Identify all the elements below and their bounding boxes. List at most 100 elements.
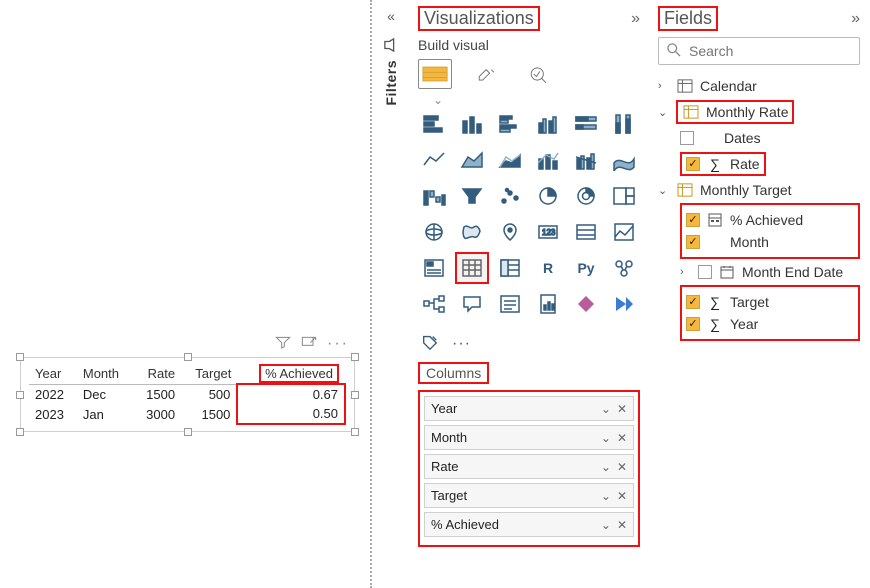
hundred-stacked-column-icon[interactable] — [608, 109, 640, 139]
fields-search[interactable] — [658, 37, 860, 65]
power-apps-icon[interactable] — [570, 289, 602, 319]
key-influencers-icon[interactable] — [608, 253, 640, 283]
field-checkbox[interactable] — [680, 131, 694, 145]
remove-field-icon[interactable]: ✕ — [617, 431, 627, 445]
scatter-icon[interactable] — [494, 181, 526, 211]
field-checkbox[interactable] — [686, 317, 700, 331]
table-visual-host[interactable]: ··· Year Month Rate Target % Ach — [20, 335, 355, 432]
python-visual-icon[interactable]: Py — [570, 253, 602, 283]
chevron-down-icon[interactable]: ⌄ — [658, 184, 670, 197]
waterfall-icon[interactable] — [418, 181, 450, 211]
col-achieved-header[interactable]: % Achieved — [237, 364, 345, 384]
col-month-header[interactable]: Month — [77, 364, 133, 384]
line-clustered-column-icon[interactable] — [570, 145, 602, 175]
remove-field-icon[interactable]: ✕ — [617, 489, 627, 503]
field-well-achieved[interactable]: % Achieved ⌄✕ — [424, 512, 634, 537]
report-canvas[interactable]: ··· Year Month Rate Target % Ach — [0, 0, 370, 588]
panel-divider[interactable] — [370, 0, 372, 588]
resize-handle[interactable] — [184, 428, 192, 436]
field-well-year[interactable]: Year ⌄✕ — [424, 396, 634, 421]
line-chart-icon[interactable] — [418, 145, 450, 175]
field-target[interactable]: ∑ Target — [686, 291, 854, 313]
table-visual[interactable]: Year Month Rate Target % Achieved 2022 D… — [20, 357, 355, 432]
collapse-fields-panel-icon[interactable]: » — [851, 10, 860, 28]
chevron-down-icon[interactable]: ⌄ — [601, 489, 611, 503]
chevron-down-icon[interactable]: ⌄ — [601, 402, 611, 416]
clustered-bar-icon[interactable] — [494, 109, 526, 139]
resize-handle[interactable] — [184, 353, 192, 361]
analytics-tab[interactable] — [522, 59, 556, 89]
gauge-icon[interactable]: 123 — [532, 217, 564, 247]
power-automate-icon[interactable] — [608, 289, 640, 319]
table-monthly-rate[interactable]: ⌄ Monthly Rate — [658, 97, 860, 127]
chevron-right-icon[interactable]: › — [680, 266, 692, 278]
kpi-icon[interactable] — [608, 217, 640, 247]
funnel-icon[interactable] — [456, 181, 488, 211]
chevron-down-icon[interactable]: ⌄ — [601, 460, 611, 474]
map-icon[interactable] — [418, 217, 450, 247]
card-icon[interactable] — [570, 217, 602, 247]
resize-handle[interactable] — [16, 353, 24, 361]
build-visual-tab[interactable] — [418, 59, 452, 89]
treemap-icon[interactable] — [608, 181, 640, 211]
field-checkbox[interactable] — [686, 295, 700, 309]
field-well-target[interactable]: Target ⌄✕ — [424, 483, 634, 508]
col-rate-header[interactable]: Rate — [133, 364, 181, 384]
hundred-stacked-bar-icon[interactable] — [570, 109, 602, 139]
line-stacked-column-icon[interactable] — [532, 145, 564, 175]
field-pct-achieved[interactable]: % Achieved — [686, 209, 854, 231]
table-icon[interactable] — [456, 253, 488, 283]
pie-icon[interactable] — [532, 181, 564, 211]
resize-handle[interactable] — [351, 353, 359, 361]
smart-narrative-icon[interactable] — [494, 289, 526, 319]
chevron-right-icon[interactable]: › — [658, 80, 670, 92]
table-calendar[interactable]: › Calendar — [658, 75, 860, 97]
stacked-column-icon[interactable] — [456, 109, 488, 139]
field-checkbox[interactable] — [686, 213, 700, 227]
chevron-down-icon[interactable]: ⌄ — [658, 106, 670, 119]
area-chart-icon[interactable] — [456, 145, 488, 175]
expand-filters-icon[interactable]: « — [387, 8, 395, 24]
qa-visual-icon[interactable] — [456, 289, 488, 319]
field-checkbox[interactable] — [698, 265, 712, 279]
search-input[interactable] — [687, 42, 851, 60]
format-visual-tab[interactable] — [470, 59, 504, 89]
r-visual-icon[interactable]: R — [532, 253, 564, 283]
field-month[interactable]: Month — [686, 231, 854, 253]
field-checkbox[interactable] — [686, 235, 700, 249]
paginated-report-icon[interactable] — [532, 289, 564, 319]
more-options-icon[interactable]: ··· — [327, 335, 349, 353]
ribbon-chart-icon[interactable] — [608, 145, 640, 175]
focus-mode-icon[interactable] — [301, 335, 317, 353]
stacked-area-icon[interactable] — [494, 145, 526, 175]
remove-field-icon[interactable]: ✕ — [617, 518, 627, 532]
filled-map-icon[interactable] — [456, 217, 488, 247]
clustered-column-icon[interactable] — [532, 109, 564, 139]
filter-icon[interactable] — [275, 335, 291, 353]
donut-icon[interactable] — [570, 181, 602, 211]
get-more-visuals-icon[interactable] — [420, 333, 440, 354]
col-target-header[interactable]: Target — [181, 364, 237, 384]
filters-pane-collapsed[interactable]: « Filters — [380, 0, 402, 588]
field-well-month[interactable]: Month ⌄✕ — [424, 425, 634, 450]
azure-map-icon[interactable] — [494, 217, 526, 247]
slicer-icon[interactable] — [418, 253, 450, 283]
table-monthly-target[interactable]: ⌄ Monthly Target — [658, 179, 860, 201]
resize-handle[interactable] — [16, 428, 24, 436]
remove-field-icon[interactable]: ✕ — [617, 402, 627, 416]
field-year[interactable]: ∑ Year — [686, 313, 854, 335]
field-month-end-date[interactable]: › Month End Date — [680, 261, 860, 283]
col-year-header[interactable]: Year — [29, 364, 77, 384]
field-checkbox[interactable] — [686, 157, 700, 171]
resize-handle[interactable] — [16, 391, 24, 399]
more-visuals-icon[interactable]: ··· — [452, 335, 471, 353]
chevron-down-icon[interactable]: ⌄ — [601, 431, 611, 445]
matrix-icon[interactable] — [494, 253, 526, 283]
resize-handle[interactable] — [351, 391, 359, 399]
stacked-bar-icon[interactable] — [418, 109, 450, 139]
resize-handle[interactable] — [351, 428, 359, 436]
bookmark-icon[interactable] — [382, 38, 400, 52]
remove-field-icon[interactable]: ✕ — [617, 460, 627, 474]
field-dates[interactable]: Dates — [680, 127, 860, 149]
decomposition-tree-icon[interactable] — [418, 289, 450, 319]
